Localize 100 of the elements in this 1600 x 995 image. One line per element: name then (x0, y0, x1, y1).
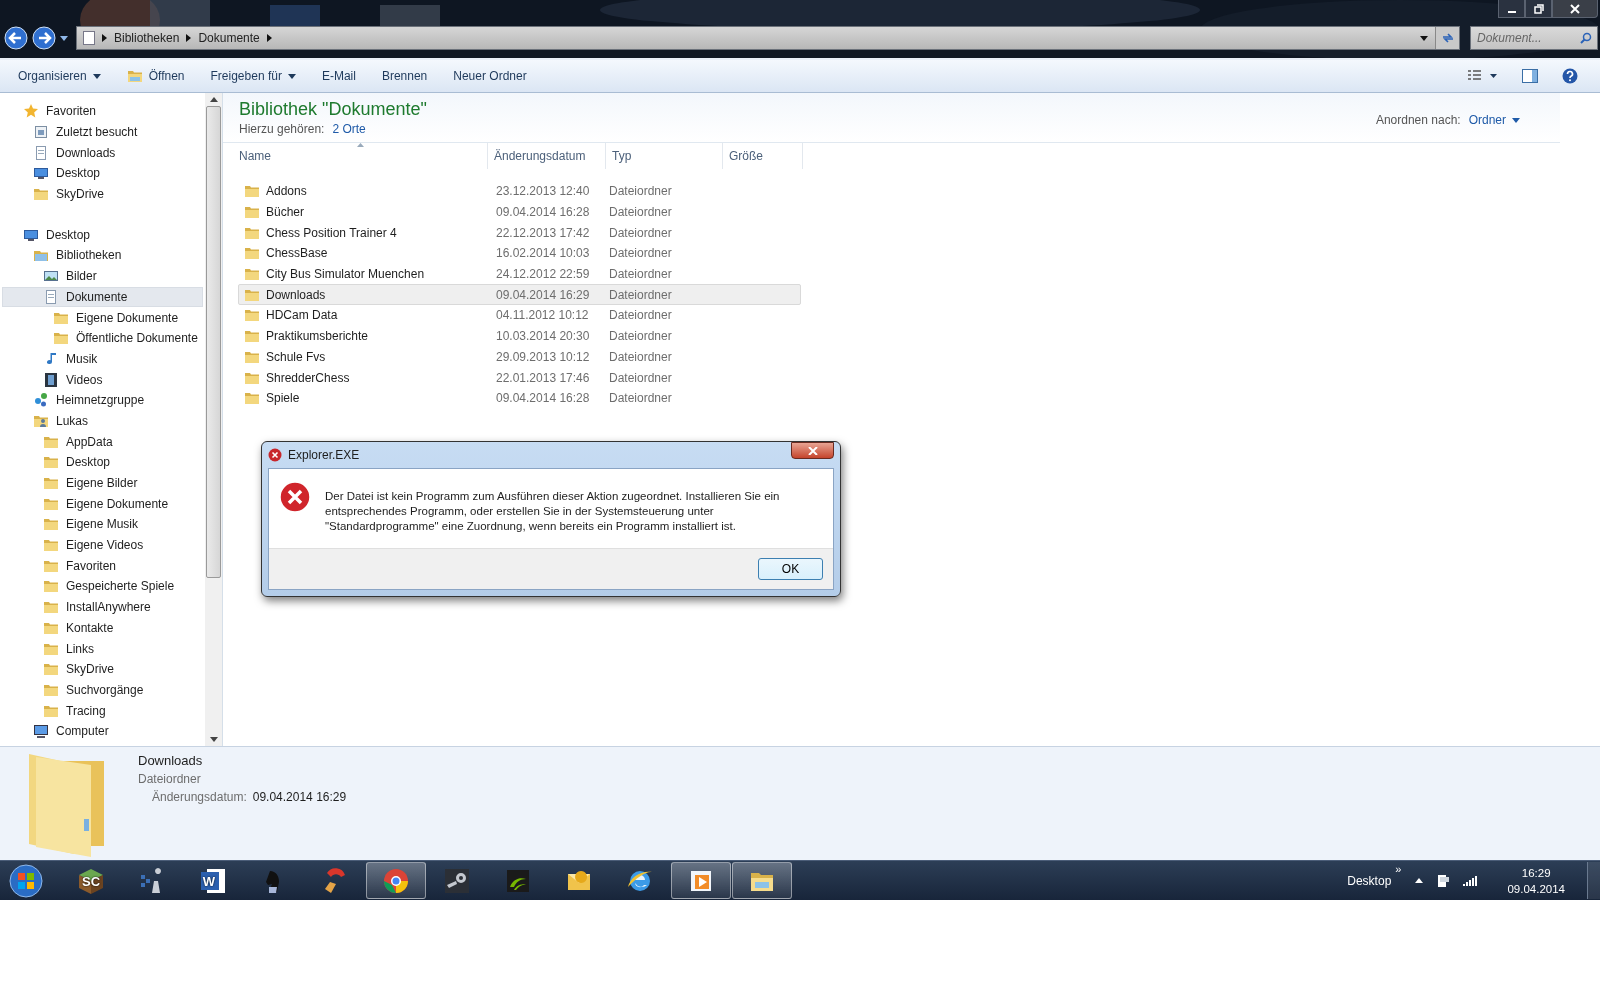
nav-item[interactable]: Eigene Videos (2, 534, 203, 556)
nav-item[interactable]: Öffentliche Dokumente (2, 327, 203, 349)
nav-item[interactable]: Desktop (2, 163, 203, 184)
nav-item[interactable]: Desktop (2, 452, 203, 473)
show-desktop-button[interactable] (1587, 862, 1600, 899)
date-value: 09.04.2014 16:29 (252, 790, 347, 804)
date-cell-text: 10.03.2014 20:30 (495, 329, 591, 344)
nav-item[interactable]: Eigene Musik (2, 514, 203, 535)
toolbar-button[interactable]: Freigeben für (200, 65, 306, 87)
nav-item[interactable]: Lukas (2, 410, 203, 432)
file-row[interactable]: City Bus Simulator Muenchen 24.12.2012 22:59 Dateiordner (238, 263, 801, 285)
nav-item[interactable]: Favoriten (2, 555, 203, 577)
nav-item[interactable]: Musik (2, 348, 203, 370)
file-row[interactable]: Bücher 09.04.2014 16:28 Dateiordner (238, 201, 801, 223)
scroll-up-icon[interactable] (209, 97, 218, 102)
nav-item[interactable]: Desktop (2, 224, 203, 246)
breadcrumb[interactable]: Dokumente (198, 31, 260, 45)
close-button[interactable] (1552, 0, 1598, 18)
column-header[interactable]: Größe (723, 143, 803, 169)
column-header[interactable]: Änderungsdatum (488, 143, 606, 169)
nav-item[interactable]: SkyDrive (2, 183, 203, 205)
nav-item[interactable]: AppData (2, 431, 203, 452)
nav-item[interactable]: Favoriten (2, 101, 203, 122)
taskbar-button[interactable] (671, 862, 731, 899)
close-icon (807, 446, 818, 455)
date-cell-text: 22.01.2013 17:46 (495, 370, 591, 385)
nav-item[interactable]: Zuletzt besucht (2, 121, 203, 143)
taskbar-button[interactable] (732, 862, 792, 899)
nav-item[interactable]: Videos (2, 369, 203, 390)
toolbar-button[interactable]: Brennen (371, 65, 438, 87)
nav-item[interactable]: Heimnetzgruppe (2, 389, 203, 411)
locations-link[interactable]: 2 Orte (332, 122, 366, 136)
file-row[interactable]: ChessBase 16.02.2014 10:03 Dateiordner (238, 243, 801, 264)
date-cell-text: 22.12.2013 17:42 (495, 225, 591, 240)
taskbar-button[interactable]: SC (61, 862, 121, 899)
nav-item[interactable]: Gespeicherte Spiele (2, 576, 203, 597)
nav-item[interactable]: SkyDrive (2, 658, 203, 680)
search-field[interactable]: Dokument... (1470, 26, 1598, 50)
nav-item[interactable]: Eigene Bilder (2, 472, 203, 494)
file-row[interactable]: ShredderChess 22.01.2013 17:46 Dateiordner (238, 367, 801, 388)
clock[interactable]: 16:29 09.04.2014 (1507, 864, 1565, 897)
start-button[interactable] (9, 863, 43, 898)
breadcrumb[interactable]: Bibliotheken (114, 31, 180, 45)
refresh-button[interactable] (1435, 27, 1459, 49)
desktop-toolbar-label[interactable]: Desktop (1347, 873, 1392, 888)
show-hidden-icons-icon[interactable] (1415, 878, 1424, 883)
nav-item[interactable]: Bilder (2, 265, 203, 287)
forward-button[interactable] (32, 26, 56, 50)
nav-item[interactable]: Links (2, 638, 203, 659)
nav-item[interactable]: Dokumente (2, 286, 203, 308)
file-row[interactable]: Downloads 09.04.2014 16:29 Dateiordner (238, 284, 801, 306)
nav-item[interactable]: Suchvorgänge (2, 679, 203, 701)
refresh-icon (1440, 31, 1455, 45)
ok-button[interactable]: OK (758, 558, 823, 580)
nav-item[interactable]: Tracing (2, 700, 203, 721)
nav-item[interactable]: Downloads (2, 142, 203, 164)
nav-item[interactable]: Eigene Dokumente (2, 493, 203, 515)
signal-bars-icon[interactable] (1463, 875, 1478, 886)
file-row[interactable]: Praktikumsberichte 10.03.2014 20:30 Dateiordner (238, 325, 801, 347)
dropdown-arrow-icon[interactable] (60, 35, 68, 41)
preview-pane-icon (1522, 69, 1538, 83)
nav-item[interactable]: Eigene Dokumente (2, 307, 203, 328)
toolbar-button[interactable]: E-Mail (311, 65, 366, 87)
column-header[interactable]: Typ (606, 143, 723, 169)
toolbar-button[interactable]: Neuer Ordner (443, 65, 537, 87)
maximize-button[interactable] (1525, 0, 1552, 18)
error-message: Der Datei ist kein Programm zum Ausführen dieser Aktion zugeordnet. Installieren Sie ein entsprechendes Programm, oder erstellen Sie in der Systemsteuerung unter "Standardprogramme" eine Zuordnung, wenn bereits ein Programm installiert ist. (325, 489, 781, 534)
nav-item[interactable]: Bibliotheken (2, 245, 203, 266)
back-button[interactable] (4, 26, 28, 50)
date-cell-text: 09.04.2014 16:28 (495, 391, 591, 406)
taskbar-button[interactable]: W (183, 862, 243, 899)
file-row[interactable]: Addons 23.12.2013 12:40 Dateiordner (238, 181, 801, 202)
type-cell-text: Dateiordner (608, 308, 673, 323)
chevron-icon[interactable] (102, 34, 107, 42)
folder-icon (43, 661, 59, 678)
more-button[interactable]: » (1395, 863, 1402, 875)
chevron-icon[interactable] (186, 34, 192, 42)
file-row[interactable]: HDCam Data 04.11.2012 10:12 Dateiordner (238, 305, 801, 326)
file-row[interactable]: Spiele 09.04.2014 16:28 Dateiordner (238, 387, 801, 409)
nav-item[interactable]: Computer (2, 720, 203, 742)
arrange-dropdown[interactable]: Ordner (1468, 113, 1520, 127)
file-row[interactable]: Chess Position Trainer 4 22.12.2013 17:42 Dateiordner (238, 222, 801, 244)
includes-label: Hierzu gehören: (239, 122, 325, 136)
nav-item[interactable]: Kontakte (2, 617, 203, 639)
document-icon (43, 288, 59, 305)
file-row[interactable]: Schule Fvs 29.09.2013 10:12 Dateiordner (238, 346, 801, 368)
chevron-icon[interactable] (266, 34, 272, 42)
scroll-down-icon[interactable] (209, 737, 218, 742)
help-icon (1562, 68, 1578, 84)
close-button[interactable] (791, 442, 834, 459)
address-bar[interactable]: Bibliotheken Dokumente (76, 26, 1460, 50)
toolbar-button[interactable]: Öffnen (116, 64, 195, 88)
dropdown-arrow-icon[interactable] (1420, 35, 1428, 41)
minimize-button[interactable] (1498, 0, 1525, 18)
scrollbar-thumb[interactable] (206, 106, 221, 578)
toolbar-button[interactable]: Organisieren (8, 65, 111, 87)
taskbar-button[interactable] (366, 862, 426, 899)
power-plug-icon[interactable] (1437, 872, 1450, 889)
nav-item[interactable]: InstallAnywhere (2, 596, 203, 618)
caret-icon (1512, 117, 1520, 123)
